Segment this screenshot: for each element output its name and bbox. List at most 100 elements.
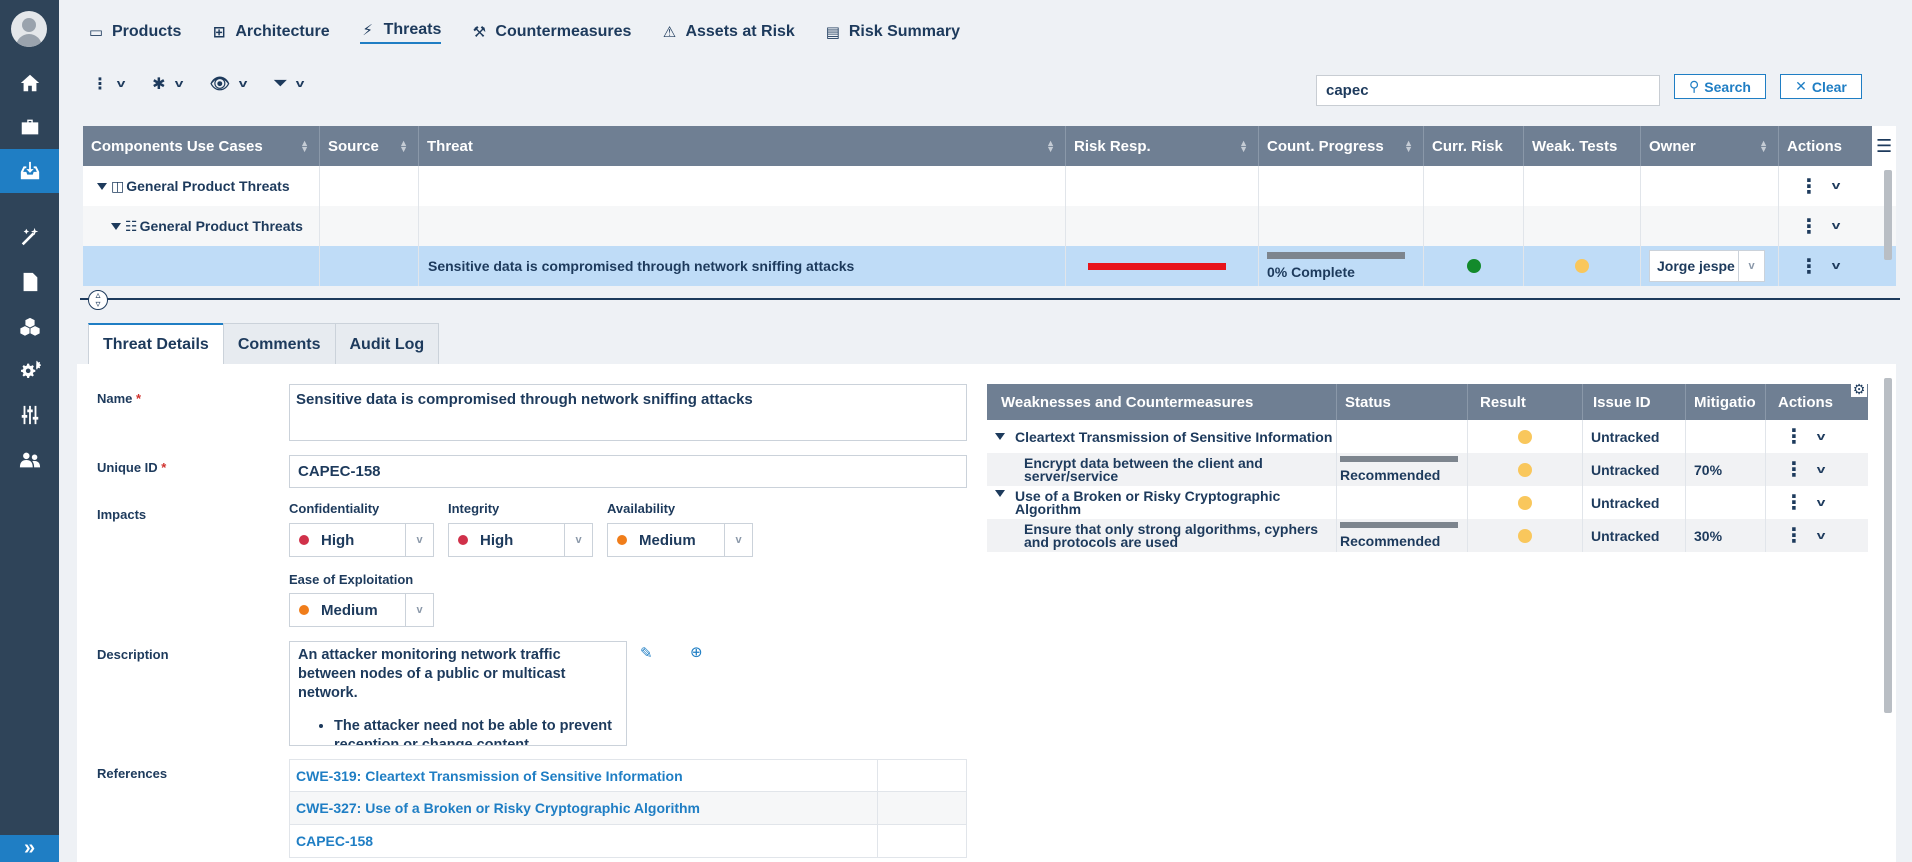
close-icon: ✕ [1795,78,1807,94]
splitter[interactable] [80,298,1900,300]
vertical-ellipsis-icon[interactable]: ⋮ [1784,424,1804,449]
tab-architecture[interactable]: ⊞ Architecture [211,20,330,44]
column-header[interactable]: Status [1337,384,1468,420]
weakness-row[interactable]: Cleartext Transmission of Sensitive Info… [987,420,1868,453]
vertical-ellipsis-icon[interactable]: ⋮ [1799,214,1819,239]
tab-risk-summary[interactable]: ▤ Risk Summary [825,20,960,44]
tab-comments[interactable]: Comments [222,323,336,365]
reference-link[interactable]: CWE-327: Use of a Broken or Risky Crypto… [289,792,967,825]
availability-select[interactable]: Medium v [607,523,753,557]
magic-wand-icon[interactable] [0,215,59,259]
name-field[interactable]: Sensitive data is compromised through ne… [289,384,967,441]
availability-label: Availability [607,501,676,516]
reference-link[interactable]: CAPEC-158 [289,825,967,858]
asterisk-menu-button[interactable]: ✱ v [152,74,183,94]
row-actions[interactable]: ⋮ v [1779,206,1872,246]
column-header[interactable]: Curr. Risk [1424,126,1524,166]
chevron-down-icon[interactable]: v [1817,431,1826,443]
row-actions[interactable]: ⋮ v [1779,246,1872,286]
filter-menu-button[interactable]: ⏷ v [274,74,305,94]
vertical-ellipsis-icon[interactable]: ⋮ [1784,490,1804,515]
column-header[interactable]: Risk Resp. ▲ ▼ [1066,126,1259,166]
vertical-ellipsis-icon[interactable]: ⋮ [1784,457,1804,482]
tab-countermeasures[interactable]: ⚒ Countermeasures [471,20,632,44]
tab-products[interactable]: ▭ Products [88,20,181,44]
avatar[interactable] [11,11,47,47]
gear-icon[interactable]: ⚙ [1851,381,1867,397]
chevron-down-icon[interactable]: v [1817,530,1826,542]
collapse-icon[interactable] [995,490,1005,497]
column-header[interactable]: Source ▲ ▼ [320,126,419,166]
sort-icon: ▲ ▼ [1046,138,1055,154]
column-header[interactable]: Issue ID [1583,384,1686,420]
splitter-toggle-icon[interactable]: ▵ ▿ [88,290,108,310]
collapse-icon[interactable] [111,222,121,230]
chevron-down-icon: v [295,78,305,90]
tab-assets-at-risk[interactable]: ⚠ Assets at Risk [661,20,795,44]
row-actions[interactable]: ⋮ v [1766,420,1868,453]
users-icon[interactable] [0,438,59,482]
chevron-down-icon[interactable]: v [1832,260,1841,272]
table-row[interactable]: ◫ General Product Threats ⋮ v [83,166,1896,206]
scrollbar[interactable] [1884,378,1892,713]
document-icon[interactable] [0,260,59,304]
column-header[interactable]: Result [1468,384,1583,420]
row-actions[interactable]: ⋮ v [1766,519,1868,552]
description-field[interactable]: An attacker monitoring network traffic b… [289,641,627,746]
tab-audit-log[interactable]: Audit Log [334,323,440,365]
owner-select[interactable]: Jorge jespe v [1649,250,1765,282]
row-actions[interactable]: ⋮ v [1766,453,1868,486]
cubes-icon[interactable] [0,305,59,349]
column-header[interactable]: Components Use Cases ▲ ▼ [83,126,320,166]
column-header[interactable]: Count. Progress ▲ ▼ [1259,126,1424,166]
column-header[interactable]: Actions [1779,126,1872,166]
status-bar [1340,522,1458,528]
column-header[interactable]: Threat ▲ ▼ [419,126,1066,166]
chevron-down-icon[interactable]: v [1832,180,1841,192]
briefcase-icon[interactable] [0,105,59,149]
home-icon[interactable] [0,61,59,105]
vertical-ellipsis-icon[interactable]: ⋮ [1784,523,1804,548]
clear-button[interactable]: ✕ Clear [1780,74,1862,99]
chevron-down-icon[interactable]: v [1817,497,1826,509]
countermeasure-row[interactable]: Ensure that only strong algorithms, cyph… [987,519,1868,552]
table-row[interactable]: ☷ General Product Threats ⋮ v [83,206,1896,246]
scrollbar[interactable] [1884,170,1892,260]
column-header[interactable]: Mitigatio [1686,384,1766,420]
collapse-icon[interactable] [995,433,1005,440]
inbox-download-icon[interactable] [0,149,59,193]
search-input[interactable] [1316,75,1660,106]
column-header[interactable]: Weak. Tests [1524,126,1641,166]
column-menu-icon[interactable]: ☰ [1872,126,1896,166]
reference-link[interactable]: CWE-319: Cleartext Transmission of Sensi… [289,759,967,792]
result-indicator [1518,495,1532,510]
vertical-ellipsis-icon[interactable]: ⋮ [1799,254,1819,279]
column-header[interactable]: Owner ▲ ▼ [1641,126,1779,166]
ease-of-exploitation-select[interactable]: Medium v [289,593,434,627]
zoom-in-icon[interactable]: ⊕ [690,643,703,661]
tab-threats[interactable]: ⚡ Threats [359,20,442,44]
row-actions[interactable]: ⋮ v [1766,486,1868,519]
expand-sidebar-icon[interactable]: » [0,835,59,862]
references-label: References [97,766,168,781]
unique-id-field[interactable]: CAPEC-158 [289,455,967,488]
search-button[interactable]: ⚲ Search [1674,74,1766,99]
confidentiality-select[interactable]: High v [289,523,434,557]
table-row-selected[interactable]: Sensitive data is compromised through ne… [83,246,1896,286]
chevron-down-icon[interactable]: v [1817,464,1826,476]
gears-icon[interactable] [0,349,59,393]
integrity-select[interactable]: High v [448,523,593,557]
edit-pencil-icon[interactable]: ✎ [640,644,653,662]
view-menu-button[interactable]: 👁 v [210,74,248,94]
references-list: CWE-319: Cleartext Transmission of Sensi… [289,759,967,858]
tab-threat-details[interactable]: Threat Details [88,323,224,365]
countermeasure-row[interactable]: Encrypt data between the client and serv… [987,453,1868,486]
chevron-down-icon[interactable]: v [1832,220,1841,232]
vertical-ellipsis-icon[interactable]: ⋮ [1799,174,1819,199]
column-header[interactable]: Weaknesses and Countermeasures [987,384,1337,420]
more-options-button[interactable]: ⋮ v [92,74,125,94]
collapse-icon[interactable] [97,182,107,190]
weakness-row[interactable]: Use of a Broken or Risky Cryptographic A… [987,486,1868,519]
sliders-icon[interactable] [0,393,59,437]
row-actions[interactable]: ⋮ v [1779,166,1872,206]
